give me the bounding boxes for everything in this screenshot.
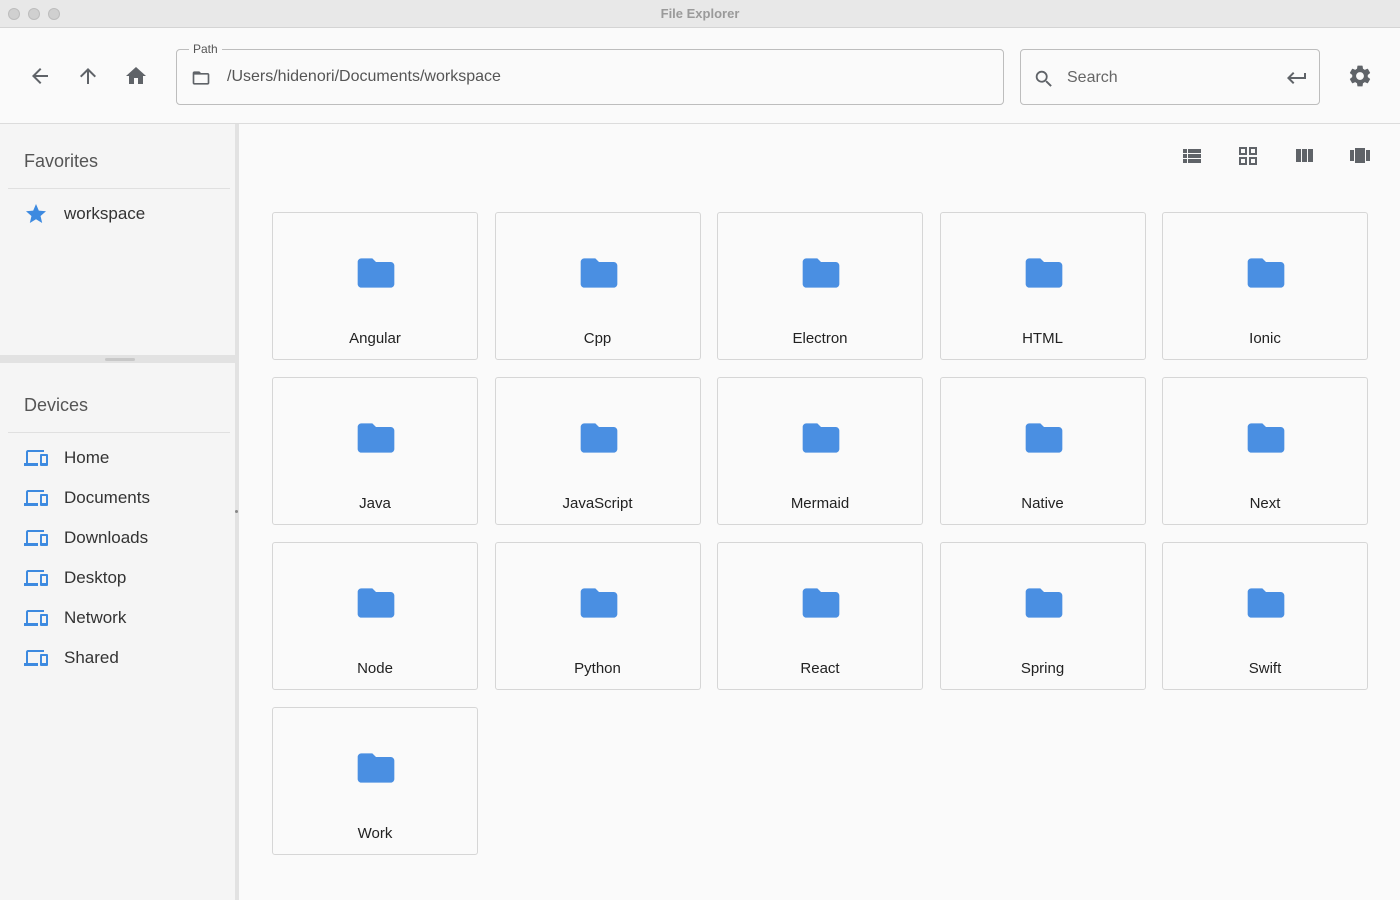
search-input[interactable] [1067, 67, 1267, 89]
sidebar-item-label: Documents [64, 488, 150, 507]
sidebar-item-network[interactable]: Network [24, 602, 224, 634]
sidebar-item-shared[interactable]: Shared [24, 642, 224, 674]
sidebar-item-label: Network [64, 608, 127, 627]
sidebar-item-documents[interactable]: Documents [24, 482, 224, 514]
sidebar-item-workspace[interactable]: workspace [24, 198, 224, 230]
folder-grid: Angular Cpp Electron HTML Ionic Java Jav… [272, 212, 1369, 855]
back-arrow-icon[interactable] [28, 64, 52, 88]
sidebar-item-downloads[interactable]: Downloads [24, 522, 224, 554]
folder-tile-java[interactable]: Java [272, 377, 478, 525]
folder-label: Ionic [1249, 330, 1281, 347]
folder-icon [580, 423, 617, 453]
sidebar-item-label: Downloads [64, 528, 149, 547]
folder-label: React [800, 660, 840, 677]
toolbar: Path [0, 28, 1400, 124]
folder-icon [357, 753, 395, 783]
folder-tile-ionic[interactable]: Ionic [1162, 212, 1368, 360]
folder-label: Cpp [583, 330, 612, 347]
folder-icon [1247, 588, 1285, 618]
folder-label: Next [1249, 495, 1281, 512]
search-icon [1035, 70, 1052, 87]
folder-icon [357, 258, 395, 288]
devices-icon [24, 610, 48, 626]
folder-label: Work [357, 825, 393, 842]
devices-icon [24, 570, 48, 586]
sidebar-item-home[interactable]: Home [24, 442, 224, 474]
folder-label: Swift [1248, 660, 1282, 677]
devices-icon [24, 530, 48, 546]
folder-tile-mermaid[interactable]: Mermaid [717, 377, 923, 525]
folder-tile-native[interactable]: Native [939, 377, 1146, 525]
folder-icon [1247, 258, 1285, 288]
folder-label: Electron [792, 330, 848, 347]
folder-tile-electron[interactable]: Electron [717, 212, 923, 360]
folder-tile-next[interactable]: Next [1162, 377, 1368, 525]
main-content: Angular Cpp Electron HTML Ionic Java Jav… [239, 124, 1400, 900]
folder-label: HTML [1022, 330, 1063, 347]
star-icon [26, 204, 46, 223]
devices-icon [24, 650, 48, 666]
devices-divider [8, 432, 230, 433]
sidebar-item-label: Home [64, 448, 110, 467]
folder-icon [1025, 423, 1062, 453]
folder-tile-cpp[interactable]: Cpp [494, 212, 701, 360]
folder-label: Angular [349, 330, 401, 347]
grid-view-icon[interactable] [1236, 144, 1260, 168]
devices-title: Devices [24, 395, 89, 415]
window-title: File Explorer [660, 6, 740, 21]
sidebar: Favorites workspace Devices Home Documen… [0, 124, 239, 900]
folder-label: Java [359, 495, 391, 512]
up-arrow-icon[interactable] [76, 64, 100, 88]
folder-tile-python[interactable]: Python [494, 542, 701, 690]
path-input[interactable] [227, 66, 987, 88]
folder-label: Mermaid [790, 495, 850, 512]
folder-label: Native [1021, 495, 1064, 512]
favorites-title: Favorites [24, 151, 99, 171]
sidebar-item-label: workspace [64, 204, 146, 223]
gear-icon[interactable] [1347, 63, 1373, 89]
sidebar-item-label: Shared [64, 648, 119, 667]
path-label: Path [189, 42, 222, 56]
sidebar-split-handle[interactable] [0, 355, 239, 363]
folder-label: Spring [1020, 660, 1065, 677]
folder-label: Python [574, 660, 621, 677]
gallery-view-icon[interactable] [1348, 144, 1372, 168]
folder-icon [802, 588, 840, 618]
folder-tile-html[interactable]: HTML [939, 212, 1146, 360]
sidebar-item-desktop[interactable]: Desktop [24, 562, 224, 594]
column-view-icon[interactable] [1292, 144, 1316, 168]
path-field[interactable]: Path [176, 42, 1004, 105]
folder-tile-react[interactable]: React [717, 542, 923, 690]
search-field[interactable] [1020, 49, 1320, 105]
folder-icon [1025, 258, 1062, 288]
folder-tile-work[interactable]: Work [272, 707, 478, 855]
folder-tile-spring[interactable]: Spring [939, 542, 1146, 690]
favorites-divider [8, 188, 230, 189]
list-view-icon[interactable] [1180, 144, 1204, 168]
folder-icon [357, 588, 395, 618]
home-icon[interactable] [124, 64, 148, 88]
folder-tile-angular[interactable]: Angular [272, 212, 478, 360]
folder-outline-icon [192, 71, 210, 85]
devices-icon [24, 450, 48, 466]
folder-icon [357, 423, 395, 453]
folder-tile-swift[interactable]: Swift [1162, 542, 1368, 690]
folder-icon [1025, 588, 1062, 618]
devices-icon [24, 490, 48, 506]
sidebar-item-label: Desktop [64, 568, 127, 587]
folder-label: Node [357, 660, 393, 677]
folder-icon [802, 258, 840, 288]
enter-icon[interactable] [1285, 66, 1309, 90]
folder-icon [802, 423, 840, 453]
folder-tile-node[interactable]: Node [272, 542, 478, 690]
folder-icon [580, 258, 617, 288]
folder-label: JavaScript [562, 495, 633, 512]
folder-tile-javascript[interactable]: JavaScript [494, 377, 701, 525]
folder-icon [580, 588, 617, 618]
title-bar: File Explorer [0, 0, 1400, 28]
folder-icon [1247, 423, 1285, 453]
